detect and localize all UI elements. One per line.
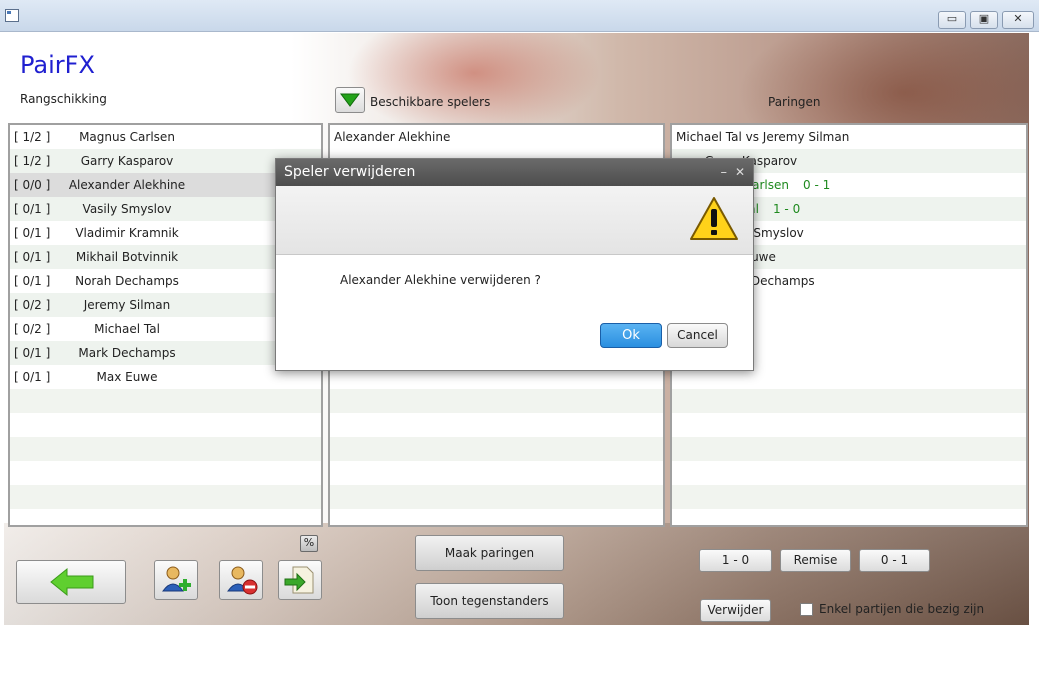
draw-button[interactable]: Remise [780, 549, 851, 572]
white-wins-button[interactable]: 1 - 0 [699, 549, 772, 572]
ranking-player-name: Jeremy Silman [83, 298, 171, 312]
close-button[interactable]: ✕ [1002, 11, 1034, 29]
remove-pairing-button[interactable]: Verwijder [700, 599, 771, 622]
dialog-titlebar: Speler verwijderen – ✕ [276, 159, 753, 186]
pairings-header: Paringen [768, 95, 821, 109]
available-dropdown-button[interactable] [335, 87, 365, 113]
ranking-player-name: Norah Dechamps [75, 274, 179, 288]
dialog-ok-button[interactable]: Ok [600, 323, 662, 348]
export-button[interactable] [278, 560, 322, 600]
available-header: Beschikbare spelers [370, 95, 491, 109]
ranking-player-name: Alexander Alekhine [68, 178, 186, 192]
pairing-row[interactable]: Michael Tal vs Jeremy Silman [672, 125, 1026, 149]
export-icon [284, 566, 314, 594]
ranking-player-name: Max Euwe [96, 370, 158, 384]
add-user-icon [162, 566, 191, 592]
ranking-player-name: Vasily Smyslov [82, 202, 172, 216]
add-player-button[interactable] [154, 560, 198, 600]
filter-active-checkbox[interactable] [800, 603, 813, 616]
filter-active-label: Enkel partijen die bezig zijn [819, 602, 985, 616]
remove-player-button[interactable] [219, 560, 263, 600]
list-empty-rows [672, 365, 1026, 525]
list-empty-rows [10, 365, 321, 525]
chevron-down-icon [340, 93, 360, 107]
dialog-title: Speler verwijderen [284, 164, 416, 180]
black-wins-button[interactable]: 0 - 1 [859, 549, 930, 572]
remove-user-icon [227, 566, 258, 595]
dialog-cancel-button[interactable]: Cancel [667, 323, 728, 348]
dialog-minimize-icon[interactable]: – [721, 159, 728, 186]
pairing-players: Michael Tal vs Jeremy Silman [676, 130, 850, 144]
warning-icon [690, 197, 738, 240]
ranking-player-name: Magnus Carlsen [79, 130, 175, 144]
back-button[interactable] [16, 560, 126, 604]
list-empty-rows [330, 365, 663, 525]
restore-icon: ▣ [978, 12, 990, 25]
show-opponents-button[interactable]: Toon tegenstanders [415, 583, 564, 619]
restore-button[interactable]: ▣ [970, 11, 998, 29]
ranking-player-name: Michael Tal [94, 322, 160, 336]
dialog-close-icon[interactable]: ✕ [735, 159, 745, 186]
ranking-player-name: Mark Dechamps [78, 346, 176, 360]
available-player-name: Alexander Alekhine [334, 130, 451, 144]
dialog-message: Alexander Alekhine verwijderen ? [340, 273, 541, 287]
ranking-player-name: Mikhail Botvinnik [75, 250, 179, 264]
percent-icon: % [303, 536, 315, 549]
ranking-player-name: Garry Kasparov [80, 154, 174, 168]
ranking-header: Rangschikking [20, 92, 107, 106]
ranking-row[interactable]: [ 1/2 ] Magnus Carlsen [10, 125, 321, 149]
minimize-button[interactable]: ▭ [938, 11, 966, 29]
percent-button[interactable]: % [300, 535, 318, 552]
arrow-left-icon [50, 567, 94, 597]
app-title: PairFX [20, 51, 95, 79]
close-icon: ✕ [1013, 12, 1023, 25]
available-player-row[interactable]: Alexander Alekhine [330, 125, 663, 149]
pairing-result: 0 - 1 [803, 178, 831, 192]
remove-player-dialog: Speler verwijderen – ✕ Alexander Alekhin… [275, 158, 754, 371]
dialog-header [276, 186, 753, 255]
window-titlebar: ▭ ▣ ✕ [0, 0, 1039, 32]
pairing-result: 1 - 0 [772, 202, 801, 216]
ranking-player-name: Vladimir Kramnik [75, 226, 179, 240]
minimize-icon: ▭ [946, 12, 958, 25]
window-system-icon[interactable] [5, 9, 19, 22]
make-pairings-button[interactable]: Maak paringen [415, 535, 564, 571]
